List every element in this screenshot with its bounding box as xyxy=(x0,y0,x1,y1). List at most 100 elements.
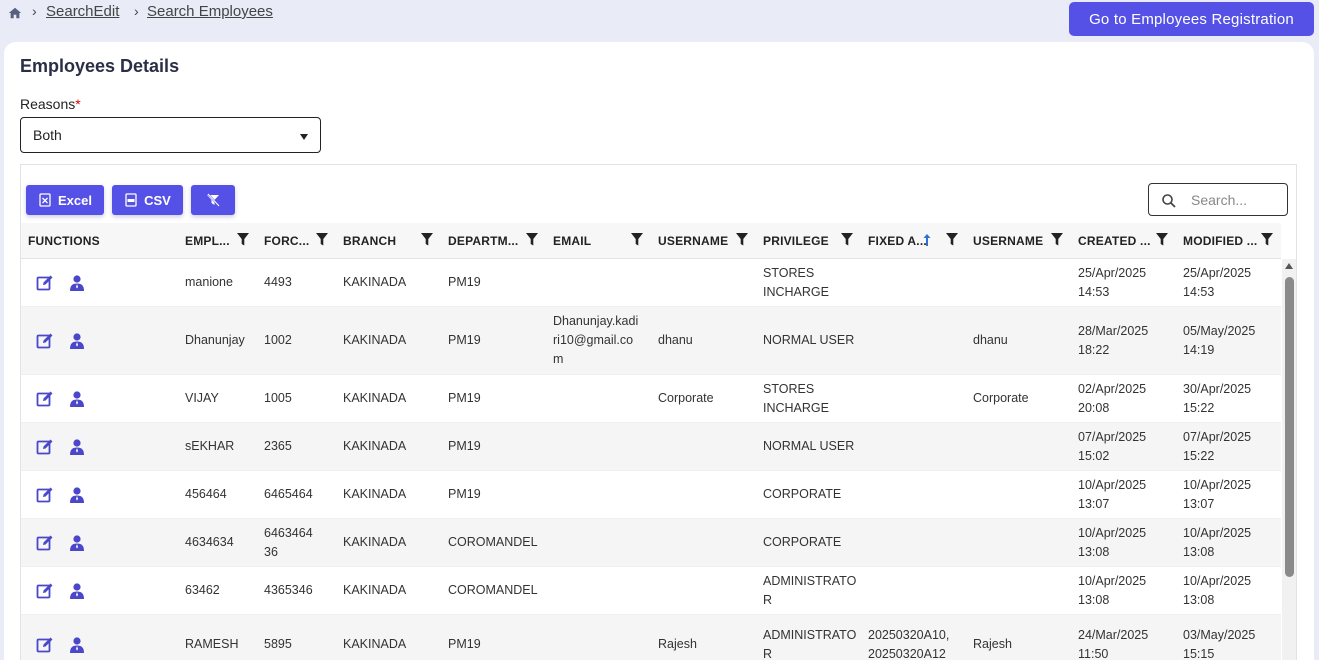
column-header-label: MODIFIED ... xyxy=(1183,234,1258,248)
cell-line: 10/Apr/2025 xyxy=(1078,477,1147,492)
csv-export-button[interactable]: CSV xyxy=(112,185,183,215)
cell-line: dhanu xyxy=(973,333,1008,347)
filter-icon[interactable] xyxy=(841,233,853,246)
filter-icon[interactable] xyxy=(316,233,328,246)
cell-line: 13:08 xyxy=(1183,592,1215,607)
cell-privilege-text: CORPORATE xyxy=(763,533,841,552)
edit-icon[interactable] xyxy=(36,486,54,504)
filter-icon[interactable] xyxy=(421,233,433,246)
cell-fixed-asset: 20250320A10, 20250320A12 xyxy=(861,615,966,660)
reasons-select-value: Both xyxy=(33,127,62,143)
table-row[interactable]: sEKHAR 2365 KAKINADA PM19 NORMAL USER 07/Apr/… xyxy=(21,423,1281,471)
cell-fixed-asset xyxy=(861,423,966,470)
column-header-label: USERNAME xyxy=(973,234,1044,248)
cell-line: VIJAY xyxy=(185,391,219,405)
cell-line: dhanu xyxy=(658,333,693,347)
cell-username-2: dhanu xyxy=(966,307,1071,374)
edit-icon[interactable] xyxy=(36,332,54,350)
user-icon[interactable] xyxy=(68,582,86,600)
cell-branch: KAKINADA xyxy=(336,615,441,660)
clear-filters-button[interactable] xyxy=(191,185,235,215)
table-row[interactable]: 4634634 6463464 36 KAKINADA COROMANDEL CORPOR… xyxy=(21,519,1281,567)
cell-fixed-asset xyxy=(861,519,966,566)
filter-icon[interactable] xyxy=(526,233,538,246)
cell-line: Corporate xyxy=(973,391,1029,405)
cell-line: 20250320A10, xyxy=(868,627,950,642)
edit-icon[interactable] xyxy=(36,438,54,456)
cell-fixed-asset xyxy=(861,567,966,614)
table-row[interactable]: Dhanunjay 1002 KAKINADA PM19 Dhanunjay.kadi r… xyxy=(21,307,1281,375)
scroll-up-arrow-icon[interactable] xyxy=(1285,263,1293,269)
edit-icon[interactable] xyxy=(36,274,54,292)
cell-employee: 4634634 xyxy=(178,519,257,566)
edit-icon[interactable] xyxy=(36,534,54,552)
cell-line: KAKINADA xyxy=(343,391,407,405)
cell-modified-text: 10/Apr/2025 13:08 xyxy=(1183,524,1251,562)
cell-created-text: 25/Apr/2025 14:53 xyxy=(1078,264,1146,302)
cell-force-text: 6463464 36 xyxy=(264,524,313,562)
cell-line: KAKINADA xyxy=(343,637,407,651)
cell-line: 13:08 xyxy=(1078,544,1110,559)
user-icon[interactable] xyxy=(68,486,86,504)
filter-icon[interactable] xyxy=(946,233,958,246)
filter-icon[interactable] xyxy=(736,233,748,246)
cell-line: 07/Apr/2025 xyxy=(1078,429,1147,444)
scrollbar-thumb[interactable] xyxy=(1285,277,1294,577)
column-header-functions[interactable]: FUNCTIONS xyxy=(21,223,178,259)
cell-department: PM19 xyxy=(441,259,546,306)
cell-line: 10/Apr/2025 xyxy=(1183,477,1252,492)
user-icon[interactable] xyxy=(68,332,86,350)
cell-username-2-text: Rajesh xyxy=(973,635,1012,654)
cell-force-text: 4365346 xyxy=(264,581,313,600)
cell-modified-text: 10/Apr/2025 13:08 xyxy=(1183,572,1251,610)
breadcrumb-searchedit[interactable]: SearchEdit xyxy=(46,3,119,20)
reasons-label: Reasons* xyxy=(20,96,81,112)
cell-line: 02/Apr/2025 xyxy=(1078,381,1147,396)
search-input[interactable] xyxy=(1191,190,1281,210)
cell-line: KAKINADA xyxy=(343,333,407,347)
user-icon[interactable] xyxy=(68,534,86,552)
cell-created: 10/Apr/2025 13:08 xyxy=(1071,519,1176,566)
cell-line: 456464 xyxy=(185,487,227,501)
filter-icon[interactable] xyxy=(1051,233,1063,246)
edit-icon[interactable] xyxy=(36,636,54,654)
user-icon[interactable] xyxy=(68,390,86,408)
table-row[interactable]: VIJAY 1005 KAKINADA PM19 Corporate STORES INCH… xyxy=(21,375,1281,423)
cell-modified: 10/Apr/2025 13:07 xyxy=(1176,471,1281,518)
cell-branch: KAKINADA xyxy=(336,375,441,422)
cell-email: Dhanunjay.kadi ri10@gmail.co m xyxy=(546,307,651,374)
user-icon[interactable] xyxy=(68,438,86,456)
cell-line: R xyxy=(763,592,773,607)
reasons-select[interactable]: Both xyxy=(20,117,321,153)
excel-export-button[interactable]: Excel xyxy=(26,185,104,215)
table-row[interactable]: 63462 4365346 KAKINADA COROMANDEL ADMINISTRA… xyxy=(21,567,1281,615)
edit-icon[interactable] xyxy=(36,390,54,408)
cell-modified: 03/May/2025 15:15 xyxy=(1176,615,1281,660)
edit-icon[interactable] xyxy=(36,582,54,600)
user-icon[interactable] xyxy=(68,274,86,292)
home-icon[interactable] xyxy=(8,6,22,20)
go-to-registration-button[interactable]: Go to Employees Registration xyxy=(1069,2,1314,36)
cell-privilege: NORMAL USER xyxy=(756,423,861,470)
table-row[interactable]: 456464 6465464 KAKINADA PM19 CORPORATE 10/Apr… xyxy=(21,471,1281,519)
cell-line: 13:07 xyxy=(1078,496,1110,511)
table-row[interactable]: manione 4493 KAKINADA PM19 STORES INCHARGE 25/… xyxy=(21,259,1281,307)
cell-branch-text: KAKINADA xyxy=(343,533,406,552)
column-header-label: EMAIL xyxy=(553,234,592,248)
filter-icon[interactable] xyxy=(1156,233,1168,246)
grid-search[interactable] xyxy=(1148,183,1288,216)
vertical-scrollbar[interactable] xyxy=(1282,259,1296,660)
breadcrumb-search-employees[interactable]: Search Employees xyxy=(147,3,273,20)
cell-employee: Dhanunjay xyxy=(178,307,257,374)
filter-icon[interactable] xyxy=(631,233,643,246)
cell-line: 15:15 xyxy=(1183,646,1215,660)
table-row[interactable]: RAMESH 5895 KAKINADA PM19 Rajesh ADMINISTRATO… xyxy=(21,615,1281,660)
cell-branch-text: KAKINADA xyxy=(343,581,406,600)
filter-icon[interactable] xyxy=(237,233,249,246)
cell-line: COROMANDEL xyxy=(448,583,538,597)
sort-ascending-icon[interactable] xyxy=(923,234,931,246)
user-icon[interactable] xyxy=(68,636,86,654)
filter-icon[interactable] xyxy=(1261,233,1273,246)
cell-privilege-text: NORMAL USER xyxy=(763,331,854,350)
cell-employee: VIJAY xyxy=(178,375,257,422)
